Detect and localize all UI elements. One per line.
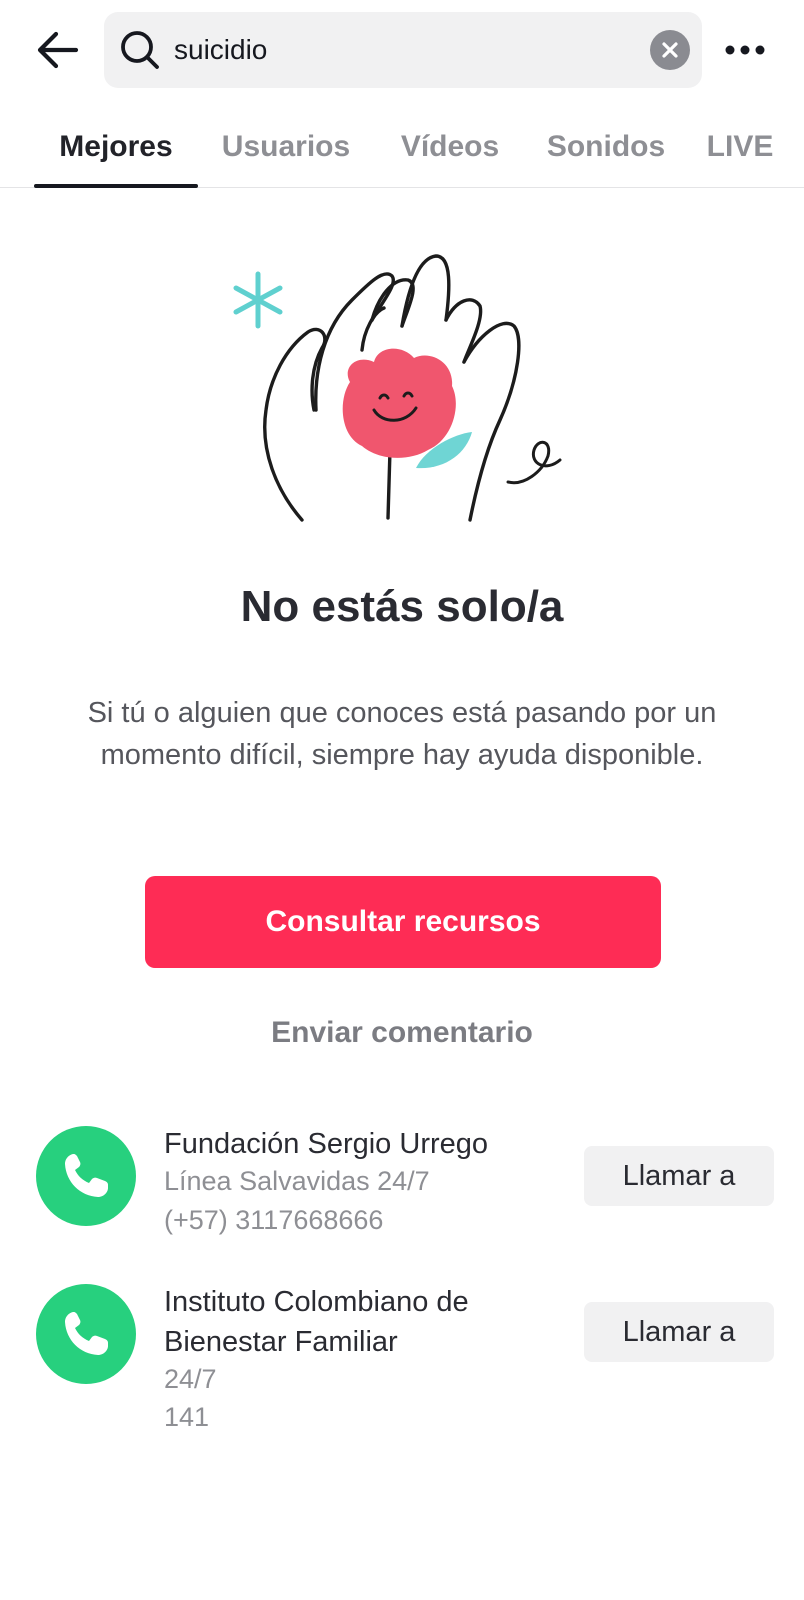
- search-icon: [121, 31, 159, 69]
- hotline-name: Instituto Colombiano de Bienestar Famili…: [164, 1286, 469, 1358]
- search-input[interactable]: suicidio: [174, 12, 267, 88]
- hotline-name: Fundación Sergio Urrego: [164, 1128, 489, 1160]
- clear-search-button[interactable]: [650, 30, 690, 70]
- sparkle-icon: [233, 271, 283, 329]
- send-feedback-link[interactable]: Enviar comentario: [0, 1016, 804, 1050]
- hotline-phone-badge: [36, 1284, 136, 1384]
- top-bar: suicidio: [0, 0, 804, 100]
- consult-resources-button[interactable]: Consultar recursos: [145, 876, 661, 968]
- tab-live[interactable]: LIVE: [698, 110, 782, 188]
- hotline-phone-number: 141: [164, 1402, 210, 1432]
- arrow-left-icon: [37, 31, 79, 69]
- hotline-subtitle: 24/7: [164, 1364, 217, 1394]
- phone-icon: [65, 1154, 108, 1197]
- active-tab-indicator: [34, 184, 198, 188]
- tab-mejores[interactable]: Mejores: [34, 110, 198, 188]
- more-options-button[interactable]: [720, 28, 770, 72]
- more-horizontal-icon: [725, 45, 765, 55]
- hotline-phone-number: (+57) 3117668666: [164, 1205, 384, 1235]
- close-icon: [662, 42, 678, 58]
- tab-videos[interactable]: Vídeos: [384, 110, 516, 188]
- phone-icon: [65, 1312, 108, 1355]
- hotline-phone-badge: [36, 1126, 136, 1226]
- support-body-text: Si tú o alguien que conoces está pasando…: [87, 697, 717, 771]
- hotline-item: Fundación Sergio Urrego Línea Salvavidas…: [0, 1124, 804, 1244]
- support-headline: No estás solo/a: [240, 582, 564, 631]
- call-button[interactable]: Llamar a: [584, 1146, 774, 1206]
- call-button[interactable]: Llamar a: [584, 1302, 774, 1362]
- search-tabs: Mejores Usuarios Vídeos Sonidos LIVE: [0, 110, 804, 188]
- hands-holding-flower-illustration: [233, 254, 562, 522]
- hotline-item: Instituto Colombiano de Bienestar Famili…: [0, 1282, 804, 1442]
- hotline-subtitle: Línea Salvavidas 24/7: [164, 1166, 430, 1196]
- tab-usuarios[interactable]: Usuarios: [212, 110, 360, 188]
- search-bar[interactable]: suicidio: [104, 12, 702, 88]
- flower-icon: [342, 348, 456, 458]
- back-button[interactable]: [30, 22, 86, 78]
- tab-sonidos[interactable]: Sonidos: [536, 110, 676, 188]
